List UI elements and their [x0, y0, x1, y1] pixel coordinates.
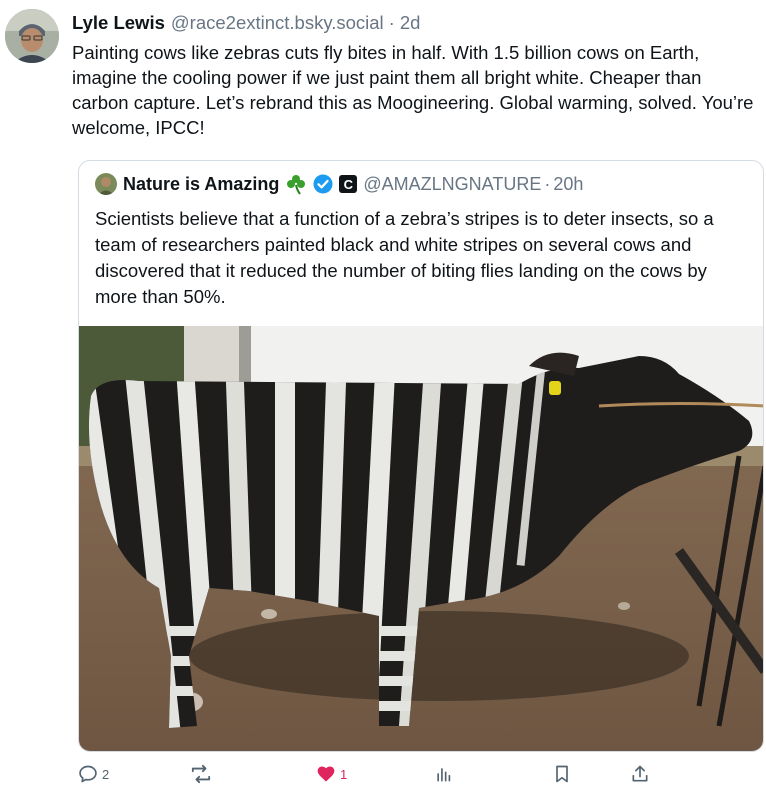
- quoted-post-text: Scientists believe that a function of a …: [95, 208, 714, 307]
- repost-icon: [190, 764, 212, 784]
- like-button[interactable]: 1: [316, 762, 347, 786]
- bookmark-button[interactable]: [552, 762, 572, 786]
- reply-button[interactable]: 2: [78, 762, 109, 786]
- repost-button[interactable]: [190, 762, 216, 786]
- shamrock-icon: [285, 173, 307, 195]
- quoted-author-name[interactable]: Nature is Amazing: [123, 174, 279, 195]
- separator-dot: ·: [388, 12, 395, 33]
- striped-cow-photo[interactable]: [79, 326, 763, 751]
- like-icon: [316, 764, 336, 784]
- quoted-post-timestamp[interactable]: 20h: [553, 174, 583, 195]
- share-button[interactable]: [630, 762, 650, 786]
- verified-badge-icon: [313, 174, 333, 194]
- share-icon: [630, 764, 650, 784]
- post-actions: 2 1: [78, 762, 764, 786]
- author-avatar[interactable]: [5, 9, 59, 63]
- analytics-icon: [434, 764, 454, 784]
- quoted-post-header: Nature is Amazing C @AMAZLNGNATURE · 20h: [95, 171, 583, 197]
- quoted-author-avatar[interactable]: [95, 173, 117, 195]
- like-count: 1: [340, 766, 348, 782]
- post-header: Lyle Lewis @race2extinct.bsky.social · 2d: [72, 11, 420, 35]
- quoted-author-handle[interactable]: @AMAZLNGNATURE: [363, 174, 541, 195]
- analytics-button[interactable]: [434, 762, 454, 786]
- bookmark-icon: [552, 764, 572, 784]
- post: Lyle Lewis @race2extinct.bsky.social · 2d P…: [0, 0, 766, 800]
- author-handle[interactable]: @race2extinct.bsky.social: [171, 12, 384, 33]
- author-name[interactable]: Lyle Lewis: [72, 12, 165, 33]
- post-text: Painting cows like zebras cuts fly bites…: [72, 42, 754, 138]
- separator-dot: ·: [544, 173, 551, 194]
- reply-icon: [78, 764, 98, 784]
- quoted-post[interactable]: Nature is Amazing C @AMAZLNGNATURE · 20h: [78, 160, 764, 752]
- affiliate-badge-icon: C: [339, 175, 358, 193]
- reply-count: 2: [102, 766, 110, 782]
- post-timestamp[interactable]: 2d: [400, 12, 421, 33]
